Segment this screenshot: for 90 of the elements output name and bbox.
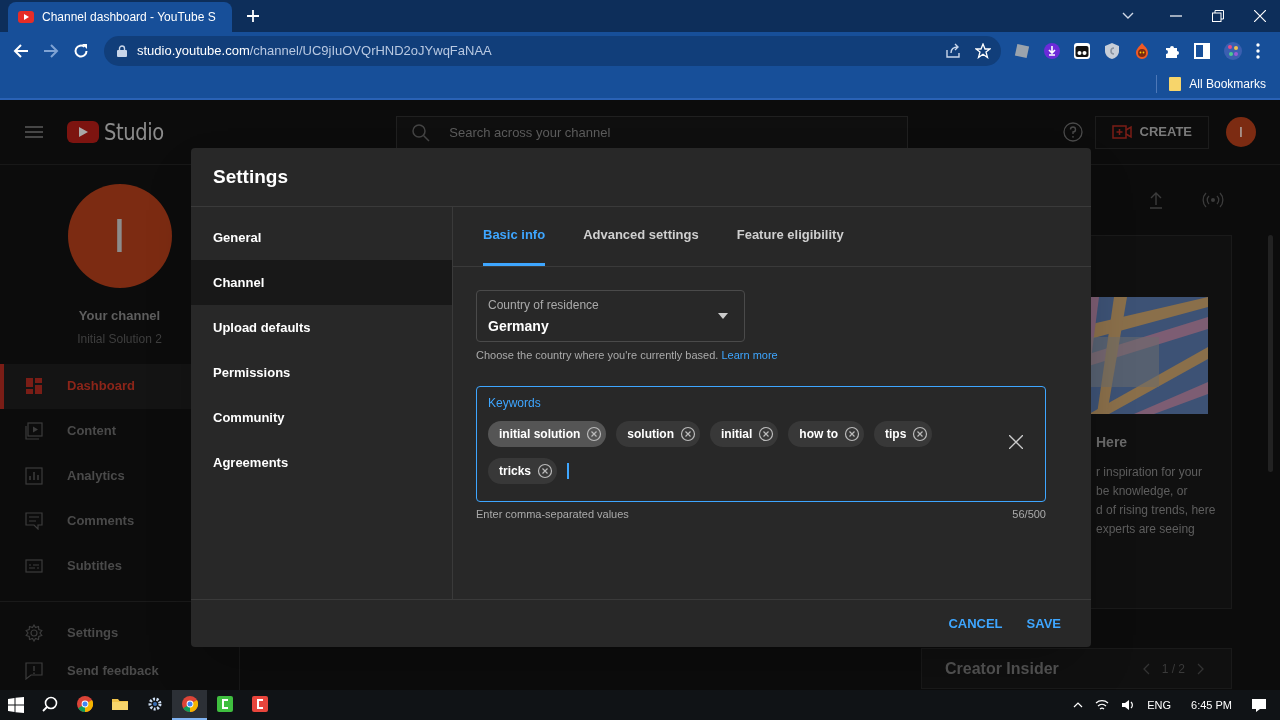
keyword-chip[interactable]: initial solution bbox=[488, 420, 607, 447]
settings-nav-item[interactable]: Channel bbox=[191, 260, 452, 305]
character-counter: 56/500 bbox=[1012, 506, 1046, 522]
shield-icon[interactable] bbox=[1104, 43, 1120, 59]
lock-icon bbox=[117, 45, 127, 57]
chevron-down-icon[interactable] bbox=[1122, 12, 1134, 20]
network-icon[interactable] bbox=[1095, 699, 1110, 711]
create-button[interactable]: CREATE bbox=[1094, 115, 1209, 149]
settings-icon bbox=[25, 623, 43, 642]
tab[interactable]: Advanced settings bbox=[583, 206, 699, 266]
video-list-icon bbox=[25, 422, 43, 440]
new-tab-icon[interactable] bbox=[247, 10, 259, 22]
side-panel-icon[interactable] bbox=[1194, 43, 1210, 59]
remove-icon[interactable] bbox=[680, 425, 696, 442]
tab[interactable]: Basic info bbox=[483, 206, 546, 266]
dashboard-icon bbox=[25, 377, 43, 395]
dialog-title: Settings bbox=[213, 164, 288, 189]
keyword-chip[interactable]: initial bbox=[710, 420, 779, 447]
app-icon bbox=[216, 696, 233, 712]
taskbar-button[interactable] bbox=[172, 690, 207, 720]
feedback-icon bbox=[25, 661, 43, 680]
star-icon[interactable] bbox=[975, 43, 991, 59]
more-icon[interactable] bbox=[1256, 43, 1260, 59]
text-cursor bbox=[567, 462, 570, 479]
download-icon[interactable] bbox=[1044, 43, 1060, 59]
flame-face-icon[interactable] bbox=[1134, 43, 1150, 59]
browser-icon bbox=[76, 696, 93, 712]
eyes-icon[interactable] bbox=[1074, 43, 1090, 59]
dropdown-arrow-icon bbox=[718, 313, 728, 319]
reload-icon[interactable] bbox=[73, 43, 89, 59]
folder-icon bbox=[1169, 77, 1182, 91]
url-text: studio.youtube.com/channel/UC9jIuOVQrHND2oJYwqFaNAA bbox=[137, 42, 493, 61]
app-icon bbox=[251, 696, 268, 712]
play-logo-icon bbox=[67, 121, 99, 143]
country-dropdown[interactable]: Country of residence Germany bbox=[476, 290, 745, 342]
keyword-chip[interactable]: how to bbox=[788, 420, 864, 447]
back-icon[interactable] bbox=[13, 43, 29, 59]
card-title: Creator Insider bbox=[945, 658, 1059, 679]
card-heading: Here bbox=[1096, 433, 1129, 452]
forward-icon[interactable] bbox=[43, 43, 59, 59]
search-icon bbox=[41, 696, 58, 712]
studio-logo[interactable]: Studio bbox=[67, 114, 175, 150]
volume-icon[interactable] bbox=[1121, 699, 1136, 711]
language-indicator[interactable]: ENG bbox=[1147, 696, 1172, 714]
field-label: Keywords bbox=[488, 394, 542, 412]
restore-icon[interactable] bbox=[1212, 10, 1224, 22]
video-add-icon bbox=[1111, 124, 1132, 140]
windows-start-icon[interactable] bbox=[8, 697, 24, 713]
cube-icon[interactable] bbox=[1014, 43, 1030, 59]
bookmarks-button[interactable]: All Bookmarks bbox=[1167, 75, 1268, 93]
chevron-up-icon[interactable] bbox=[1073, 702, 1084, 708]
subtitles-icon bbox=[25, 557, 43, 575]
card-text: r inspiration for your be knowledge, or d of rising trends, here experts are seeing bbox=[1096, 464, 1217, 538]
avatar[interactable]: I bbox=[1226, 117, 1256, 147]
remove-icon[interactable] bbox=[586, 425, 603, 442]
comment-icon bbox=[25, 512, 43, 530]
remove-icon[interactable] bbox=[912, 425, 929, 442]
keyword-chip[interactable]: tricks bbox=[488, 457, 558, 484]
helper-text: Enter comma-separated values bbox=[476, 506, 629, 522]
keyword-chip[interactable]: tips bbox=[874, 420, 933, 447]
share-icon[interactable] bbox=[945, 43, 961, 59]
close-icon[interactable] bbox=[1254, 10, 1266, 22]
video-logo-icon bbox=[18, 11, 34, 23]
clear-icon[interactable] bbox=[1009, 434, 1023, 449]
address-bar[interactable]: studio.youtube.com/channel/UC9jIuOVQrHND2oJYwqFaNAA bbox=[104, 36, 1001, 66]
remove-icon[interactable] bbox=[844, 425, 860, 442]
browser-icon bbox=[181, 696, 198, 712]
search-field[interactable]: Search across your channel bbox=[396, 115, 909, 149]
dialog-button[interactable]: SAVE bbox=[1018, 607, 1069, 640]
bar-chart-icon bbox=[25, 467, 43, 485]
remove-icon[interactable] bbox=[537, 462, 554, 479]
tab[interactable]: Feature eligibility bbox=[736, 206, 844, 266]
gear-icon bbox=[146, 696, 163, 712]
notification-icon[interactable] bbox=[1252, 698, 1266, 712]
clock[interactable]: 6:45 PM bbox=[1191, 696, 1232, 714]
puzzle-icon[interactable] bbox=[1164, 43, 1180, 59]
helper-text: Choose the country where you're currently based. Learn more bbox=[476, 348, 779, 363]
browser-tab[interactable]: Channel dashboard - YouTube S bbox=[8, 2, 232, 32]
profile-icon[interactable] bbox=[1224, 42, 1242, 60]
tab-title: Channel dashboard - YouTube S bbox=[42, 9, 216, 26]
folder-icon bbox=[111, 696, 128, 712]
channel-title: Your channel bbox=[78, 307, 161, 325]
learn-more-link[interactable]: Learn more bbox=[721, 349, 778, 361]
remove-icon[interactable] bbox=[758, 425, 775, 442]
keyword-chip[interactable]: solution bbox=[616, 420, 700, 447]
dialog-button[interactable]: CANCEL bbox=[940, 607, 1011, 640]
field-value: Germany bbox=[488, 316, 550, 336]
search-icon bbox=[412, 123, 431, 142]
keywords-field[interactable]: Keywords initial solution solution initial how to tips tricks bbox=[476, 385, 1046, 502]
field-label: Country of residence bbox=[488, 296, 600, 314]
